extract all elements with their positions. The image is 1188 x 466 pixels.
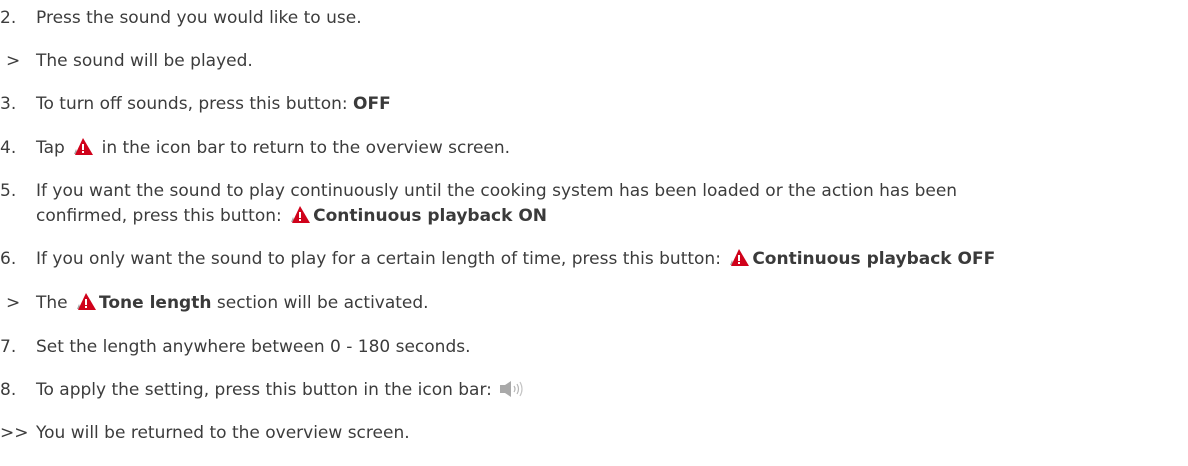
step-text-line1: If you want the sound to play continuous… xyxy=(36,181,958,201)
step-number: 5. xyxy=(0,181,17,201)
warning-icon xyxy=(728,248,750,273)
warning-icon xyxy=(75,292,97,317)
tone-length-label: Tone length xyxy=(99,293,212,313)
result-marker: >> xyxy=(0,423,29,443)
result-text: The sound will be played. xyxy=(36,51,253,71)
off-button-label: OFF xyxy=(353,94,391,114)
result-text: The Tone length section will be activate… xyxy=(36,292,429,317)
step-number: 6. xyxy=(0,249,17,269)
step-number: 3. xyxy=(0,94,17,114)
step-text: Press the sound you would like to use. xyxy=(36,8,362,28)
instruction-list: 2. Press the sound you would like to use… xyxy=(0,0,1188,466)
step-text: To apply the setting, press this button … xyxy=(36,379,527,404)
step-number: 4. xyxy=(0,138,17,158)
step-text-after: in the icon bar to return to the overvie… xyxy=(96,138,511,158)
step-text: To turn off sounds, press this button: O… xyxy=(36,93,391,115)
step-text: If you only want the sound to play for a… xyxy=(36,248,995,273)
speaker-icon xyxy=(499,380,525,404)
step-text-before: confirmed, press this button: xyxy=(36,206,288,226)
warning-icon xyxy=(72,137,94,162)
step-number: 2. xyxy=(0,8,17,28)
step-text-before: The xyxy=(36,293,74,313)
continuous-playback-off-label: Continuous playback OFF xyxy=(752,249,996,269)
step-text-before: To apply the setting, press this button … xyxy=(36,380,498,400)
step-text-after: section will be activated. xyxy=(211,293,429,313)
warning-icon xyxy=(289,205,311,230)
step-text-before: Tap xyxy=(36,138,71,158)
step-number: 8. xyxy=(0,380,17,400)
step-text-before: To turn off sounds, press this button: xyxy=(36,94,353,114)
result-text: You will be returned to the overview scr… xyxy=(36,423,410,443)
step-text-line2: confirmed, press this button: Continuous… xyxy=(36,205,547,230)
step-text: Tap in the icon bar to return to the ove… xyxy=(36,137,510,162)
step-number: 7. xyxy=(0,337,17,357)
step-text-before: If you only want the sound to play for a… xyxy=(36,249,727,269)
step-text: Set the length anywhere between 0 - 180 … xyxy=(36,337,471,357)
continuous-playback-on-label: Continuous playback ON xyxy=(313,206,548,226)
